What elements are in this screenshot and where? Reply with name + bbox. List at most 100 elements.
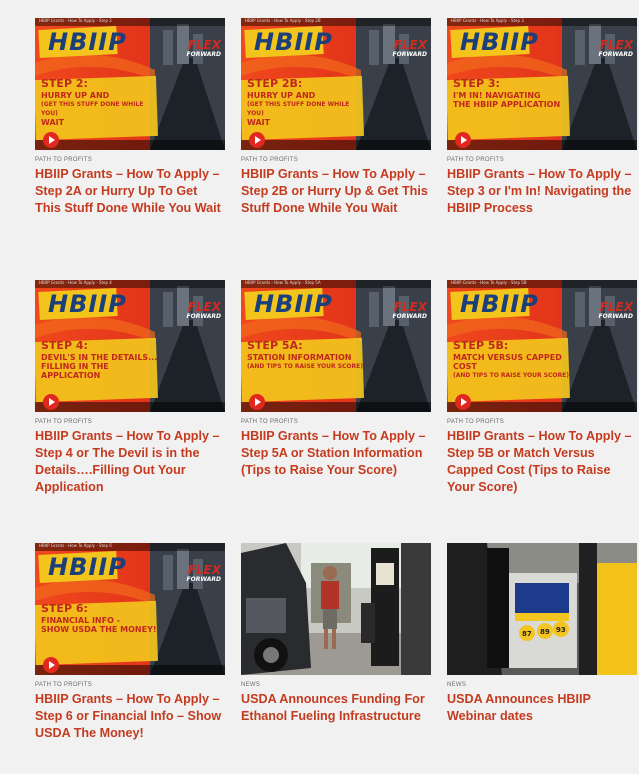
hbiip-logo-text: HBIIP — [48, 290, 127, 318]
hbiip-logo-text: HBIIP — [460, 290, 539, 318]
category-label[interactable]: PATH TO PROFITS — [35, 419, 225, 425]
step-line: MATCH VERSUS CAPPED COST — [453, 353, 562, 371]
play-button-icon[interactable] — [249, 394, 265, 410]
flex-logo: FLEX — [599, 300, 633, 314]
step-heading: STEP 2: — [41, 77, 88, 90]
video-title-text: HBIIP Grants - How To Apply - Step 5B — [451, 280, 527, 285]
article-title[interactable]: USDA Announces HBIIP Webinar dates — [447, 691, 637, 725]
article-title[interactable]: HBIIP Grants – How To Apply – Step 2A or… — [35, 166, 225, 217]
article-card[interactable]: HBIIP Grants - How To Apply - Step 6 HBI… — [35, 543, 225, 742]
article-title[interactable]: USDA Announces Funding For Ethanol Fueli… — [241, 691, 431, 725]
step-heading: STEP 3: — [453, 77, 500, 90]
step-line: SHOW USDA THE MONEY! — [41, 625, 157, 634]
flex-logo: FLEX — [599, 38, 633, 52]
article-title[interactable]: HBIIP Grants – How To Apply – Step 6 or … — [35, 691, 225, 742]
category-label[interactable]: PATH TO PROFITS — [241, 419, 431, 425]
article-card[interactable]: HBIIP Grants - How To Apply - Step 3 HBI… — [447, 18, 637, 217]
article-card[interactable]: HBIIP Grants - How To Apply - Step 2 HBI… — [35, 18, 225, 217]
step-line: (AND TIPS TO RAISE YOUR SCORE) — [453, 372, 569, 379]
video-thumbnail[interactable]: HBIIP Grants - How To Apply - Step 2B HB… — [241, 18, 431, 150]
category-label[interactable]: PATH TO PROFITS — [35, 682, 225, 688]
step-subheading: HURRY UP AND (GET THIS STUFF DONE WHILE Y… — [247, 91, 365, 127]
flex-logo-sub: FORWARD — [186, 576, 221, 583]
svg-text:93: 93 — [556, 626, 566, 634]
play-button-icon[interactable] — [455, 132, 471, 148]
svg-text:89: 89 — [540, 628, 550, 636]
flex-logo-sub: FORWARD — [392, 51, 427, 58]
step-subheading: DEVIL'S IN THE DETAILS... FILLING IN THE … — [41, 353, 159, 380]
article-title[interactable]: HBIIP Grants – How To Apply – Step 5B or… — [447, 428, 637, 496]
step-line: WAIT — [247, 118, 271, 127]
step-line: (GET THIS STUFF DONE WHILE YOU) — [247, 101, 350, 117]
article-card[interactable]: HBIIP Grants - How To Apply - Step 5A HB… — [241, 280, 431, 479]
step-line: HURRY UP AND — [247, 91, 316, 100]
video-title-text: HBIIP Grants - How To Apply - Step 2B — [245, 18, 321, 23]
flex-logo: FLEX — [393, 38, 427, 52]
video-thumbnail[interactable]: HBIIP Grants - How To Apply - Step 5A HB… — [241, 280, 431, 412]
video-thumbnail[interactable]: HBIIP Grants - How To Apply - Step 3 HBI… — [447, 18, 637, 150]
flex-logo-sub: FORWARD — [186, 51, 221, 58]
article-card[interactable]: HBIIP Grants - How To Apply - Step 5B HB… — [447, 280, 637, 496]
step-line: WAIT — [41, 118, 65, 127]
article-title[interactable]: HBIIP Grants – How To Apply – Step 4 or … — [35, 428, 225, 496]
step-line: I'M IN! NAVIGATING — [453, 91, 541, 100]
step-line: HURRY UP AND — [41, 91, 110, 100]
flex-logo-sub: FORWARD — [598, 313, 633, 320]
step-subheading: STATION INFORMATION (AND TIPS TO RAISE YO… — [247, 353, 365, 371]
step-line: (AND TIPS TO RAISE YOUR SCORE) — [247, 363, 363, 370]
article-title[interactable]: HBIIP Grants – How To Apply – Step 5A or… — [241, 428, 431, 479]
step-heading: STEP 5B: — [453, 339, 509, 352]
step-line: DEVIL'S IN THE DETAILS... — [41, 353, 158, 362]
category-label[interactable]: PATH TO PROFITS — [447, 157, 637, 163]
flex-logo: FLEX — [393, 300, 427, 314]
flex-logo-sub: FORWARD — [186, 313, 221, 320]
video-title-text: HBIIP Grants - How To Apply - Step 4 — [39, 280, 112, 285]
flex-logo: FLEX — [187, 38, 221, 52]
video-thumbnail[interactable]: HBIIP Grants - How To Apply - Step 4 HBI… — [35, 280, 225, 412]
video-title-text: HBIIP Grants - How To Apply - Step 5A — [245, 280, 321, 285]
category-label[interactable]: PATH TO PROFITS — [35, 157, 225, 163]
video-thumbnail[interactable]: HBIIP Grants - How To Apply - Step 5B HB… — [447, 280, 637, 412]
play-button-icon[interactable] — [249, 132, 265, 148]
article-card[interactable]: 87 89 93 NEWS USDA Announces HBIIP Webin… — [447, 543, 637, 725]
svg-text:87: 87 — [522, 630, 532, 638]
step-line: THE HBIIP APPLICATION — [453, 100, 561, 109]
play-button-icon[interactable] — [43, 132, 59, 148]
step-heading: STEP 5A: — [247, 339, 303, 352]
fuel-pump-photo[interactable]: 87 89 93 — [447, 543, 637, 675]
hbiip-logo-text: HBIIP — [254, 28, 333, 56]
article-title[interactable]: HBIIP Grants – How To Apply – Step 2B or… — [241, 166, 431, 217]
step-heading: STEP 2B: — [247, 77, 303, 90]
hbiip-logo-text: HBIIP — [48, 28, 127, 56]
video-thumbnail[interactable]: HBIIP Grants - How To Apply - Step 2 HBI… — [35, 18, 225, 150]
video-thumbnail[interactable]: HBIIP Grants - How To Apply - Step 6 HBI… — [35, 543, 225, 675]
category-label[interactable]: NEWS — [447, 682, 637, 688]
fuel-pump-image: 87 89 93 — [447, 543, 637, 675]
category-label[interactable]: NEWS — [241, 682, 431, 688]
step-subheading: HURRY UP AND (GET THIS STUFF DONE WHILE Y… — [41, 91, 159, 127]
article-card[interactable]: NEWS USDA Announces Funding For Ethanol … — [241, 543, 431, 725]
step-line: (GET THIS STUFF DONE WHILE YOU) — [41, 101, 144, 117]
fuel-station-image — [241, 543, 431, 675]
step-heading: STEP 4: — [41, 339, 88, 352]
play-button-icon[interactable] — [43, 394, 59, 410]
fuel-station-photo[interactable] — [241, 543, 431, 675]
step-subheading: I'M IN! NAVIGATING THE HBIIP APPLICATION — [453, 91, 571, 109]
article-title[interactable]: HBIIP Grants – How To Apply – Step 3 or … — [447, 166, 637, 217]
hbiip-logo-text: HBIIP — [460, 28, 539, 56]
hbiip-logo-text: HBIIP — [254, 290, 333, 318]
flex-logo: FLEX — [187, 563, 221, 577]
video-title-text: HBIIP Grants - How To Apply - Step 2 — [39, 18, 112, 23]
article-card[interactable]: HBIIP Grants - How To Apply - Step 4 HBI… — [35, 280, 225, 496]
step-heading: STEP 6: — [41, 602, 88, 615]
category-label[interactable]: PATH TO PROFITS — [241, 157, 431, 163]
step-subheading: MATCH VERSUS CAPPED COST (AND TIPS TO RAI… — [453, 353, 571, 380]
video-title-text: HBIIP Grants - How To Apply - Step 6 — [39, 543, 112, 548]
step-line: FILLING IN THE APPLICATION — [41, 362, 109, 380]
flex-logo-sub: FORWARD — [598, 51, 633, 58]
video-title-text: HBIIP Grants - How To Apply - Step 3 — [451, 18, 524, 23]
category-label[interactable]: PATH TO PROFITS — [447, 419, 637, 425]
play-button-icon[interactable] — [455, 394, 471, 410]
play-button-icon[interactable] — [43, 657, 59, 673]
article-card[interactable]: HBIIP Grants - How To Apply - Step 2B HB… — [241, 18, 431, 217]
